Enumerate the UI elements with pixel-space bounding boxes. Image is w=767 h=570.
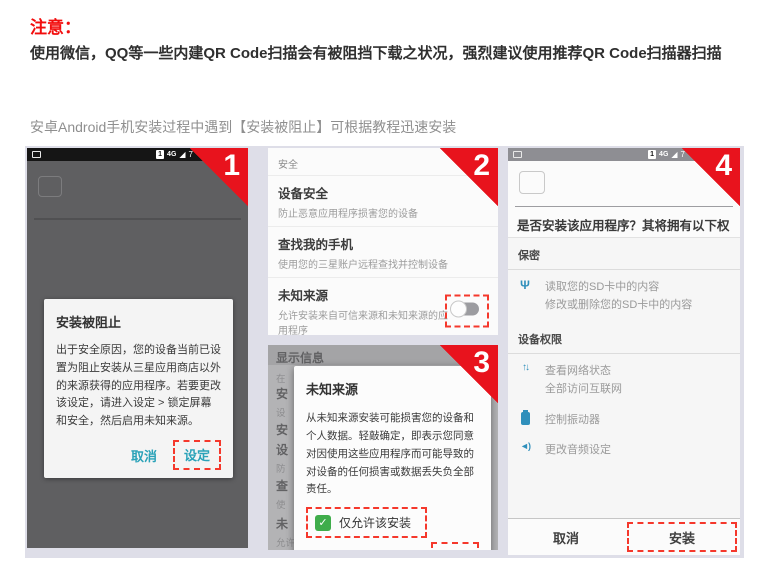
network-type-icon: 4G [659, 151, 668, 158]
permission-text: 查看网络状态 [545, 362, 622, 380]
network-arrows-icon: ↑↓ [516, 362, 534, 398]
permissions-panel: 保密 Ψ 读取您的SD卡中的内容 修改或删除您的SD卡中的内容 设备权限 ↑↓ … [508, 237, 740, 518]
screenshot-step1: 1 4G ◢ 7 安装被阻止 出于安全原因，您的设备当前已设置为阻止安装从三星应… [27, 148, 248, 548]
settings-button[interactable]: 设定 [184, 448, 210, 463]
warning-text: 使用微信，QQ等一些内建QR Code扫描会有被阻挡下载之状况，强烈建议使用推荐… [30, 41, 746, 67]
sim-badge: 1 [648, 150, 656, 159]
settings-item-find-my-phone[interactable]: 查找我的手机 使用您的三星账户远程查找并控制设备 [268, 226, 498, 277]
highlight-box [445, 294, 489, 327]
permission-row-network: ↑↓ 查看网络状态 全部访问互联网 [508, 354, 740, 402]
notice-label: 注意： [30, 13, 81, 38]
checkbox-label: 仅允许该安装 [339, 514, 411, 531]
permission-row-audio: ◄) 更改音频设定 [508, 433, 740, 463]
usb-storage-icon: Ψ [516, 278, 534, 314]
section-header-device: 设备权限 [508, 322, 740, 354]
highlight-box: 确定 [431, 542, 479, 550]
dimmed-screen: 安装被阻止 出于安全原因，您的设备当前已设置为阻止安装从三星应用商店以外的来源获… [27, 161, 248, 548]
app-icon-placeholder [38, 176, 62, 197]
permission-row-storage: Ψ 读取您的SD卡中的内容 修改或删除您的SD卡中的内容 [508, 270, 740, 318]
network-type-icon: 4G [167, 151, 176, 158]
check-icon: ✓ [318, 516, 327, 529]
step-badge-4: 4 [682, 148, 740, 206]
install-footer: 取消 安装 [508, 518, 740, 555]
divider [515, 206, 733, 207]
cancel-button[interactable]: 取消 [393, 548, 419, 550]
permission-text: 修改或删除您的SD卡中的内容 [545, 296, 692, 314]
dialog-body: 从未知来源安装可能损害您的设备和个人数据。轻敲确定，即表示您同意对因使用这些应用… [306, 410, 479, 499]
permission-text: 更改音频设定 [545, 441, 611, 459]
permission-text: 控制振动器 [545, 411, 600, 429]
step-badge-1: 1 [190, 148, 248, 206]
screenshot-icon [32, 151, 41, 158]
screenshot-step4: 1 4G ◢ 7 是否安装该应用程序？其将拥有以下权限： 保密 Ψ 读取您的SD… [508, 148, 740, 555]
dialog-body: 出于安全原因，您的设备当前已设置为阻止安装从三星应用商店以外的来源获得的应用程序… [56, 342, 221, 431]
highlight-box: 设定 [173, 440, 221, 470]
install-screen: 是否安装该应用程序？其将拥有以下权限： 保密 Ψ 读取您的SD卡中的内容 修改或… [508, 161, 740, 555]
step-badge-2: 2 [440, 148, 498, 206]
subtitle-text: 安卓Android手机安装过程中遇到【安装被阻止】可根据教程迅速安装 [30, 117, 456, 137]
tutorial-page: 注意： 使用微信，QQ等一些内建QR Code扫描会有被阻挡下载之状况，强烈建议… [0, 0, 767, 570]
permission-row-vibration: 控制振动器 [508, 403, 740, 433]
install-button[interactable]: 安装 [624, 519, 740, 555]
unknown-sources-toggle[interactable] [453, 302, 479, 315]
install-blocked-dialog: 安装被阻止 出于安全原因，您的设备当前已设置为阻止安装从三星应用商店以外的来源获… [44, 299, 233, 478]
allow-once-checkbox[interactable]: ✓ [315, 515, 331, 531]
speaker-icon: ◄) [516, 441, 534, 459]
sim-badge: 1 [156, 150, 164, 159]
vibration-icon [521, 412, 530, 425]
screenshot-icon [513, 151, 522, 158]
signal-icon: ◢ [179, 150, 185, 159]
cancel-button[interactable]: 取消 [131, 446, 157, 465]
screenshots-panel: 1 4G ◢ 7 安装被阻止 出于安全原因，您的设备当前已设置为阻止安装从三星应… [25, 146, 744, 558]
permission-text: 全部访问互联网 [545, 380, 622, 398]
settings-item-unknown-sources[interactable]: 未知来源 允许安装来自可信来源和未知来源的应用程序 [268, 277, 498, 335]
dialog-title: 安装被阻止 [56, 312, 221, 331]
signal-icon: ◢ [671, 150, 677, 159]
divider [34, 218, 241, 220]
permission-text: 读取您的SD卡中的内容 [545, 278, 692, 296]
section-header-privacy: 保密 [508, 238, 740, 270]
highlight-box: ✓ 仅允许该安装 [306, 507, 427, 538]
app-icon-placeholder [519, 171, 545, 194]
screenshot-step3: 显示信息 在 安设 安 设防 查使 未允许安装来自可信来源和未知来源的应用程序 [268, 345, 498, 550]
screenshot-step2: 安全 设备安全 防止恶意应用程序损害您的设备 查找我的手机 使用您的三星账户远程… [268, 148, 498, 335]
step-badge-3: 3 [440, 345, 498, 403]
cancel-button[interactable]: 取消 [508, 519, 624, 555]
